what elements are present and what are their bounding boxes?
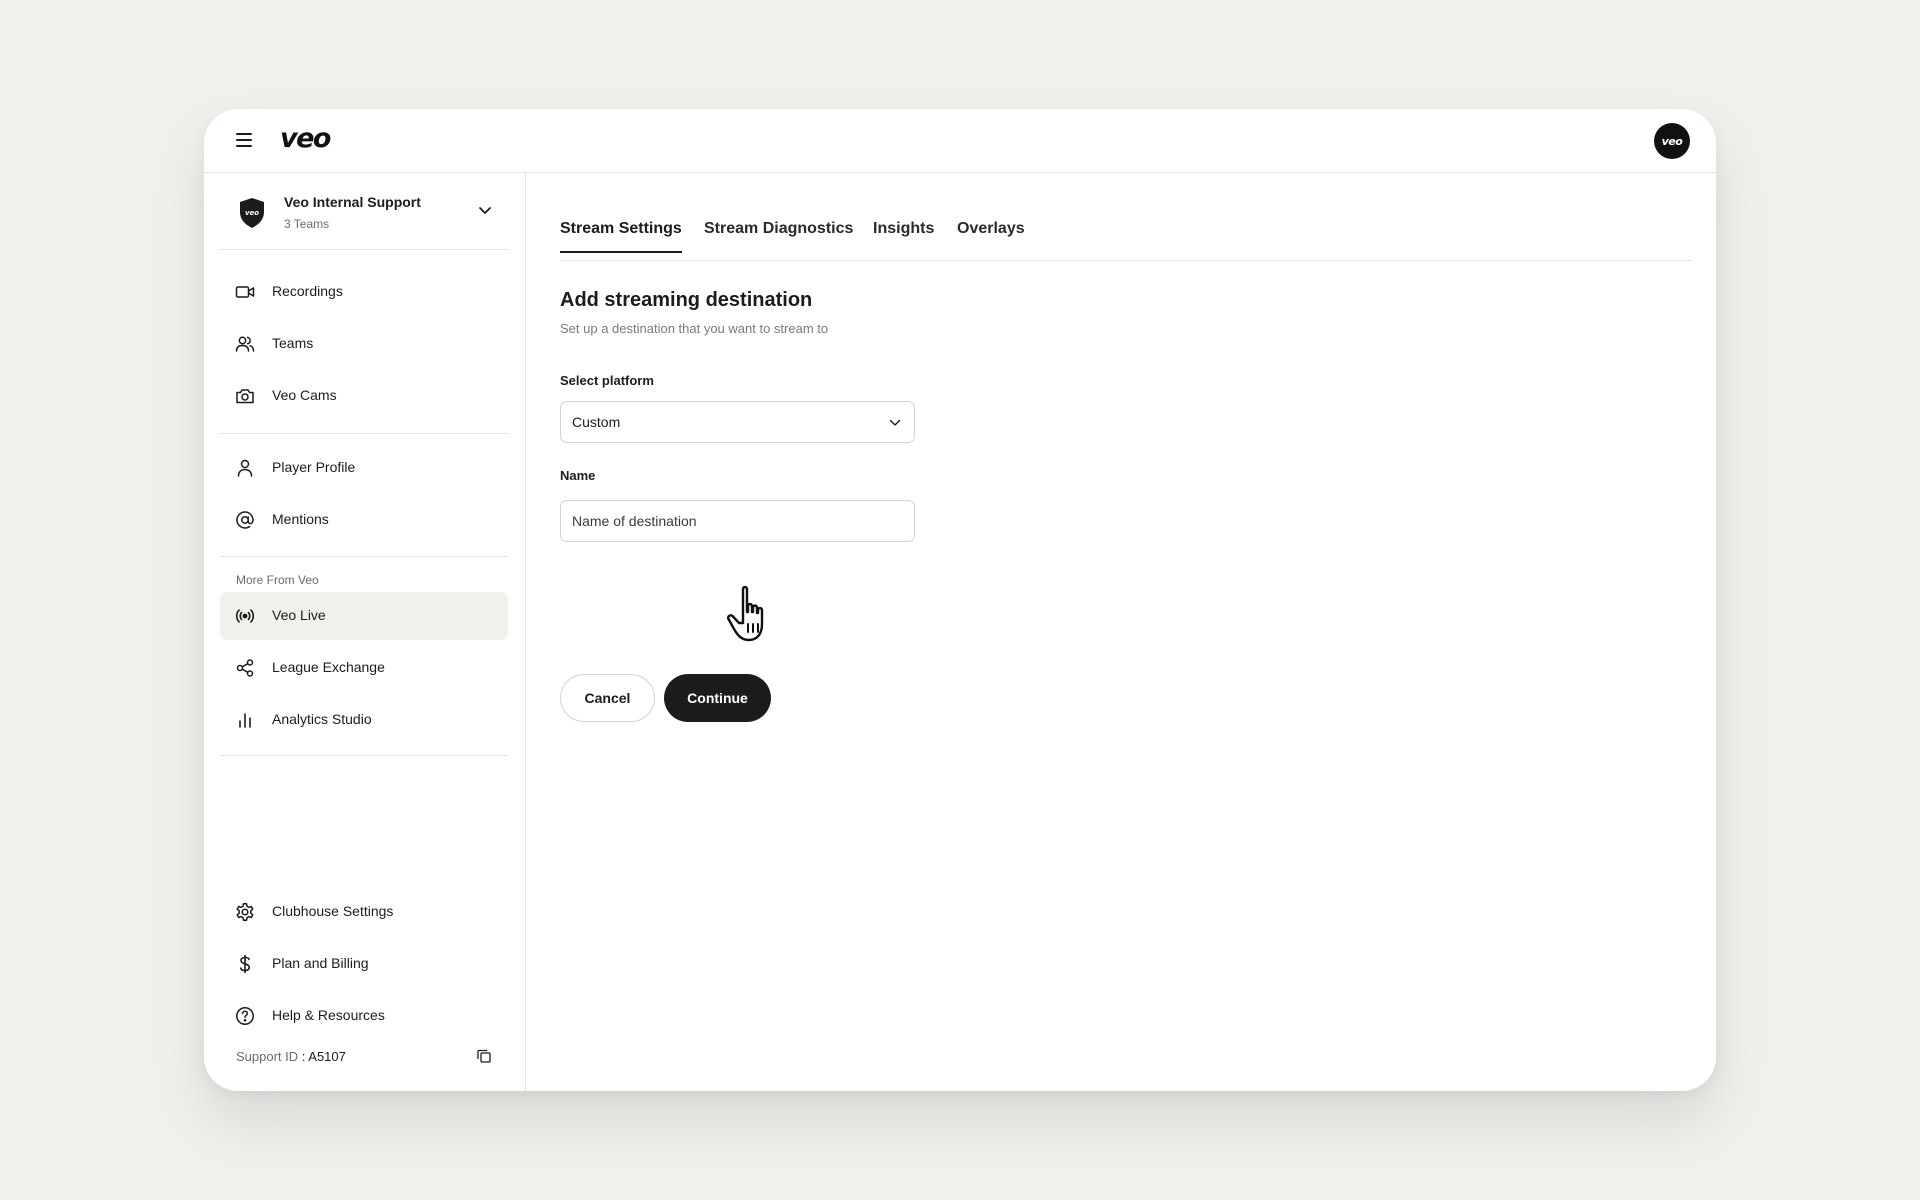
app-window: veo veo veo Veo Internal Support 3 Teams…: [204, 109, 1716, 1091]
page-subtitle: Set up a destination that you want to st…: [560, 321, 829, 336]
gear-icon: [236, 903, 254, 921]
svg-text:veo: veo: [245, 209, 259, 217]
sidebar-item-label: Veo Live: [272, 607, 326, 623]
sidebar-item-mentions[interactable]: Mentions: [220, 496, 508, 544]
at-sign-icon: [236, 511, 254, 529]
tab-insights[interactable]: Insights: [873, 220, 934, 251]
sidebar-item-label: Plan and Billing: [272, 955, 369, 971]
destination-name-input[interactable]: [560, 500, 915, 542]
sidebar: veo Veo Internal Support 3 Teams Recordi…: [204, 173, 526, 1091]
sidebar-item-label: Veo Cams: [272, 387, 337, 403]
platform-label: Select platform: [560, 373, 654, 388]
tab-overlays[interactable]: Overlays: [957, 220, 1025, 251]
platform-select-value: Custom: [572, 414, 621, 430]
club-shield-icon: veo: [240, 198, 264, 228]
continue-button[interactable]: Continue: [664, 674, 771, 722]
page-title: Add streaming destination: [560, 289, 813, 311]
org-team-count: 3 Teams: [284, 217, 330, 231]
main-content: Stream Settings Stream Diagnostics Insig…: [527, 173, 1716, 1091]
sidebar-item-clubhouse-settings[interactable]: Clubhouse Settings: [220, 888, 508, 936]
share-icon: [236, 659, 254, 677]
sidebar-item-league-exchange[interactable]: League Exchange: [220, 644, 508, 692]
sidebar-item-label: Player Profile: [272, 459, 356, 475]
support-id-value: A5107: [308, 1049, 346, 1064]
sidebar-divider: [220, 433, 508, 434]
tab-stream-settings[interactable]: Stream Settings: [560, 220, 682, 253]
sidebar-item-analytics-studio[interactable]: Analytics Studio: [220, 696, 508, 744]
org-switcher[interactable]: veo Veo Internal Support 3 Teams: [220, 173, 508, 250]
copy-icon[interactable]: [476, 1048, 492, 1064]
top-bar: veo veo: [204, 109, 1716, 173]
chevron-down-icon: [479, 207, 491, 214]
avatar[interactable]: veo: [1654, 123, 1690, 159]
chevron-down-icon: [889, 419, 901, 426]
sidebar-divider: [220, 556, 508, 557]
cancel-button[interactable]: Cancel: [560, 674, 655, 722]
camera-icon: [236, 389, 254, 404]
support-id: Support ID : A5107: [236, 1049, 346, 1064]
sidebar-item-label: Recordings: [272, 283, 343, 299]
support-id-label: Support ID: [236, 1049, 299, 1064]
sidebar-item-recordings[interactable]: Recordings: [220, 268, 508, 316]
sidebar-divider: [220, 755, 508, 756]
sidebar-item-label: Mentions: [272, 511, 329, 527]
sidebar-item-teams[interactable]: Teams: [220, 320, 508, 368]
tab-stream-diagnostics[interactable]: Stream Diagnostics: [704, 220, 853, 251]
name-label: Name: [560, 468, 596, 483]
users-icon: [235, 336, 255, 352]
sidebar-item-help-resources[interactable]: Help & Resources: [220, 992, 508, 1040]
sidebar-item-player-profile[interactable]: Player Profile: [220, 444, 508, 492]
broadcast-icon: [235, 609, 255, 623]
dollar-icon: [240, 954, 251, 974]
sidebar-item-label: Clubhouse Settings: [272, 903, 394, 919]
sidebar-item-veo-live[interactable]: Veo Live: [220, 592, 508, 640]
more-from-veo-label: More From Veo: [236, 573, 319, 587]
help-circle-icon: [236, 1007, 254, 1025]
bar-chart-icon: [239, 713, 251, 728]
sidebar-item-veo-cams[interactable]: Veo Cams: [220, 372, 508, 420]
sidebar-item-label: Help & Resources: [272, 1007, 385, 1023]
user-icon: [237, 459, 253, 477]
sidebar-item-label: Analytics Studio: [272, 711, 372, 727]
menu-icon[interactable]: [236, 133, 252, 149]
veo-logo[interactable]: veo: [280, 123, 331, 154]
sidebar-item-label: League Exchange: [272, 659, 385, 675]
platform-select[interactable]: Custom: [560, 401, 915, 443]
video-camera-icon: [235, 286, 255, 298]
tab-bar: Stream Settings Stream Diagnostics Insig…: [560, 173, 1692, 261]
org-name: Veo Internal Support: [284, 194, 421, 210]
support-id-separator: :: [298, 1049, 309, 1064]
sidebar-item-plan-billing[interactable]: Plan and Billing: [220, 940, 508, 988]
sidebar-item-label: Teams: [272, 335, 314, 351]
